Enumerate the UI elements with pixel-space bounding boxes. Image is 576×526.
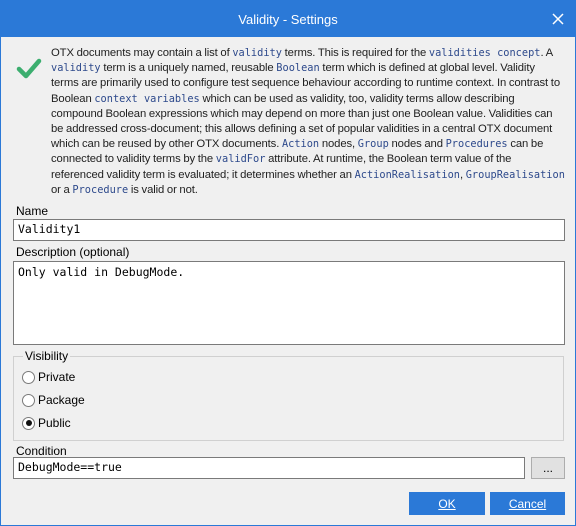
- window-title: Validity - Settings: [238, 12, 338, 27]
- info-panel: OTX documents may contain a list of vali…: [13, 46, 565, 198]
- info-text-segment: . A: [540, 47, 553, 59]
- title-bar: Validity - Settings: [1, 1, 575, 37]
- info-text-segment: term is a uniquely named, reusable: [100, 62, 277, 75]
- info-text-segment: nodes,: [319, 138, 358, 151]
- info-code-term: Procedures: [445, 138, 508, 151]
- radio-private-label: Private: [38, 370, 76, 384]
- radio-public-indicator: [22, 416, 35, 430]
- ok-button[interactable]: OK: [409, 492, 485, 515]
- radio-public-label: Public: [38, 416, 71, 430]
- description-field[interactable]: Only valid in DebugMode.: [13, 261, 565, 345]
- visibility-label: Visibility: [23, 349, 71, 363]
- info-text-segment: OTX documents may contain a list of: [51, 47, 233, 59]
- info-text-segment: terms. This is required for the: [281, 47, 429, 59]
- info-code-term: Procedure: [72, 183, 129, 196]
- description-label: Description (optional): [16, 245, 130, 259]
- info-text-segment: nodes and: [388, 138, 446, 151]
- info-text-segment: or a: [51, 183, 73, 196]
- visibility-radio-private[interactable]: Private: [22, 369, 75, 385]
- condition-field[interactable]: DebugMode==true: [13, 457, 525, 479]
- info-code-term: context variables: [94, 92, 200, 105]
- ok-button-label: OK: [438, 496, 456, 511]
- name-field[interactable]: Validity1: [13, 219, 565, 241]
- close-icon: [552, 13, 564, 25]
- info-description: OTX documents may contain a list of vali…: [51, 46, 565, 198]
- info-code-term: Boolean: [276, 62, 320, 75]
- visibility-radio-public[interactable]: Public: [22, 415, 71, 431]
- info-text-segment: is valid or not.: [128, 183, 198, 196]
- cancel-button-label: Cancel: [508, 496, 547, 511]
- info-code-term: Action: [281, 138, 320, 151]
- name-label: Name: [16, 204, 49, 218]
- info-code-term: ActionRealisation: [354, 168, 460, 181]
- info-code-term: GroupRealisation: [465, 168, 565, 181]
- visibility-radio-package[interactable]: Package: [22, 392, 85, 408]
- condition-browse-button[interactable]: ...: [531, 457, 565, 479]
- cancel-button[interactable]: Cancel: [490, 492, 565, 515]
- info-code-term: validity: [51, 62, 101, 75]
- info-code-term: validity: [232, 47, 282, 59]
- info-code-term: Group: [357, 138, 389, 151]
- radio-private-indicator: [22, 370, 35, 384]
- radio-package-label: Package: [38, 393, 85, 407]
- close-button[interactable]: [545, 6, 571, 32]
- radio-package-indicator: [22, 393, 35, 407]
- check-icon: [16, 58, 42, 79]
- settings-dialog: Validity - Settings OTX documents may co…: [0, 0, 576, 526]
- visibility-group: [13, 356, 564, 441]
- condition-label: Condition: [16, 444, 67, 458]
- info-code-term: validities concept: [428, 47, 541, 59]
- info-code-term: validFor: [215, 153, 266, 166]
